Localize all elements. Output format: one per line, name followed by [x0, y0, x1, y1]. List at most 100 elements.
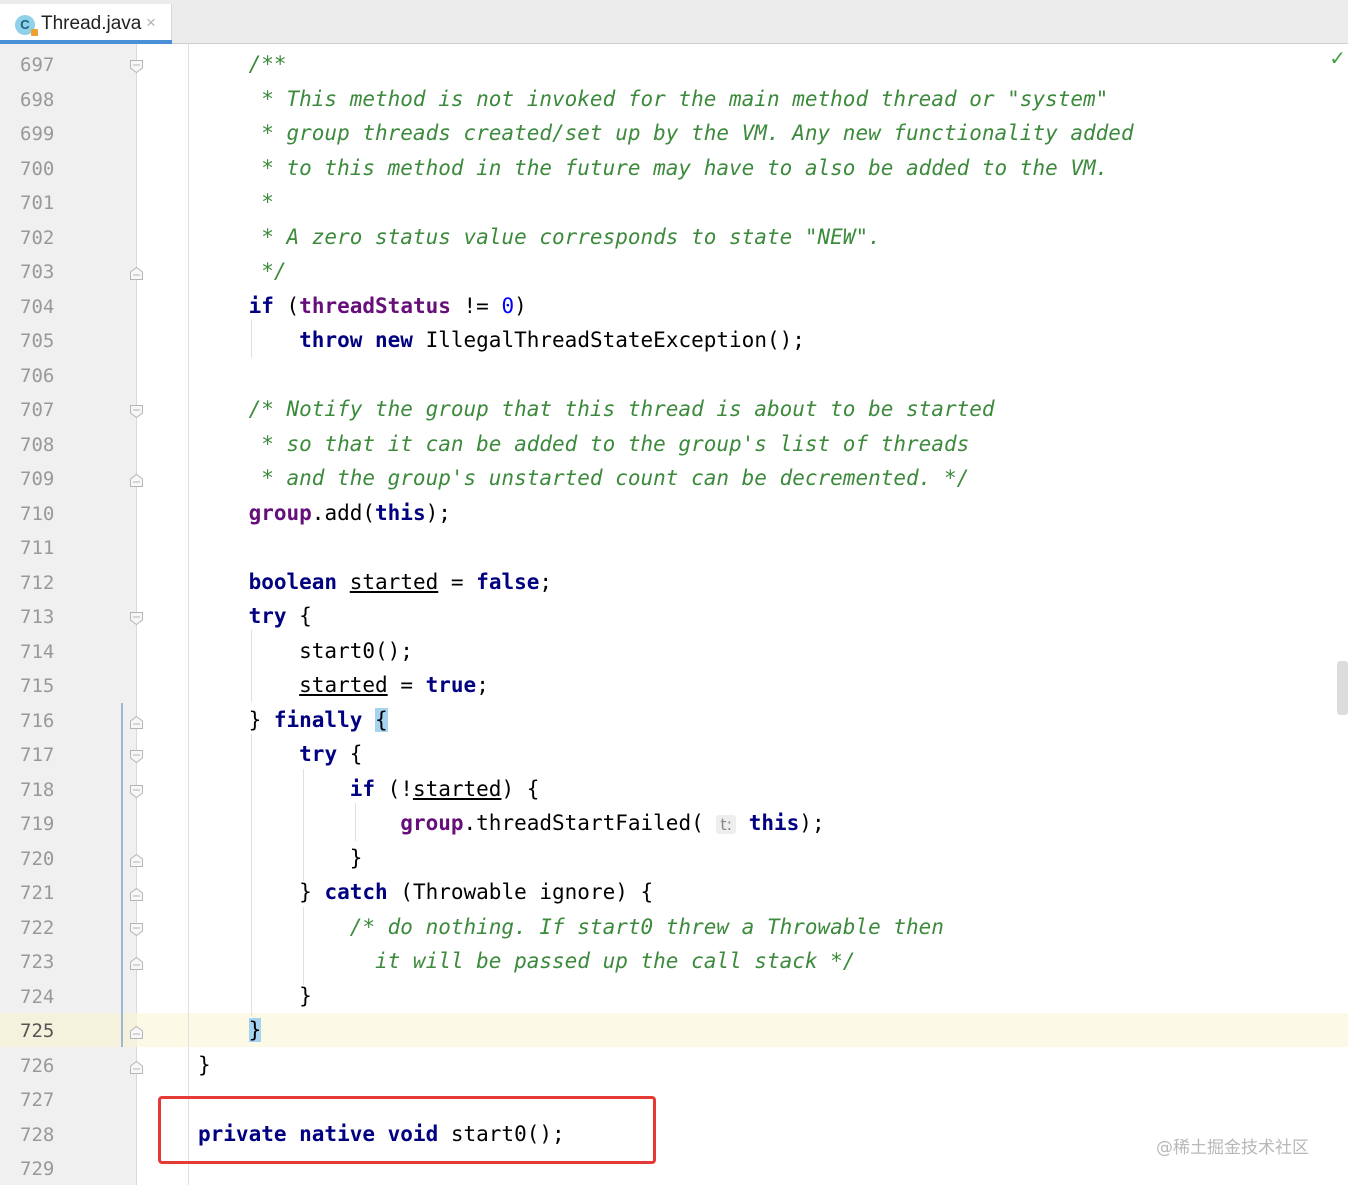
code-line[interactable]: 715 started = true; [0, 668, 1348, 703]
code-text: try { [198, 603, 312, 629]
fold-end-icon[interactable] [129, 266, 144, 281]
code-text: throw new IllegalThreadStateException(); [198, 327, 805, 353]
line-number: 705 [20, 330, 55, 352]
line-number: 725 [20, 1020, 55, 1042]
line-number: 715 [20, 675, 55, 697]
code-line[interactable]: 723 it will be passed up the call stack … [0, 944, 1348, 979]
code-line[interactable]: 726} [0, 1048, 1348, 1083]
close-icon[interactable]: × [146, 13, 156, 33]
fold-start-icon[interactable] [129, 749, 144, 764]
code-text: * and the group's unstarted count can be… [198, 465, 969, 491]
vertical-scrollbar-thumb[interactable] [1337, 661, 1348, 715]
code-token: * [198, 190, 274, 214]
code-line[interactable]: 710 group.add(this); [0, 496, 1348, 531]
code-token: } [198, 983, 312, 1008]
code-line[interactable]: 717 try { [0, 737, 1348, 772]
code-line[interactable]: 708 * so that it can be added to the gro… [0, 427, 1348, 462]
code-line[interactable]: 702 * A zero status value corresponds to… [0, 220, 1348, 255]
code-text: } [198, 983, 312, 1009]
code-line[interactable]: 698 * This method is not invoked for the… [0, 82, 1348, 117]
code-token: /* Notify the group that this thread is … [198, 397, 995, 421]
code-text: group.add(this); [198, 500, 451, 526]
code-line[interactable]: 704 if (threadStatus != 0) [0, 289, 1348, 324]
code-line[interactable]: 700 * to this method in the future may h… [0, 151, 1348, 186]
code-editor[interactable]: 697 /** 698 * This method is not invoked … [0, 44, 1348, 1185]
code-line[interactable]: 701 * [0, 185, 1348, 220]
code-line[interactable]: 697 /** [0, 47, 1348, 82]
code-token: finally [273, 707, 363, 732]
code-token: (Throwable ignore) { [387, 880, 654, 904]
line-number: 704 [20, 295, 55, 318]
code-token: != [450, 293, 502, 318]
code-token: catch [324, 880, 388, 904]
fold-start-icon[interactable] [129, 404, 144, 419]
code-text: * so that it can be added to the group's… [198, 431, 969, 457]
code-line[interactable]: 722 /* do nothing. If start0 threw a Thr… [0, 910, 1348, 945]
fold-end-icon[interactable] [129, 887, 144, 902]
code-token: * to this method in the future may have … [198, 155, 1109, 180]
code-text: try { [198, 741, 362, 767]
code-text: } finally { [198, 707, 388, 733]
code-line[interactable]: 713 try { [0, 599, 1348, 634]
code-line[interactable]: 725 } [0, 1013, 1348, 1048]
inspection-ok-icon[interactable]: ✓ [1329, 46, 1346, 70]
code-line[interactable]: 716 } finally { [0, 703, 1348, 738]
fold-end-icon[interactable] [129, 853, 144, 868]
code-line[interactable]: 712 boolean started = false; [0, 565, 1348, 600]
fold-end-icon[interactable] [129, 1025, 144, 1040]
code-token: .threadStartFailed( [463, 811, 717, 835]
code-line[interactable]: 707 /* Notify the group that this thread… [0, 392, 1348, 427]
code-line[interactable]: 705 throw new IllegalThreadStateExceptio… [0, 323, 1348, 358]
code-line[interactable]: 720 } [0, 841, 1348, 876]
tab-title: Thread.java [41, 13, 142, 34]
code-token: { [375, 707, 388, 732]
code-line[interactable]: 699 * group threads created/set up by th… [0, 116, 1348, 151]
code-line[interactable]: 711 [0, 530, 1348, 565]
code-line[interactable]: 703 */ [0, 254, 1348, 289]
line-number: 714 [20, 640, 55, 663]
fold-start-icon[interactable] [129, 611, 144, 626]
code-line[interactable]: 719 group.threadStartFailed( t: this); [0, 806, 1348, 841]
code-token: * so that it can be added to the group's… [198, 431, 970, 456]
line-number: 717 [20, 744, 55, 766]
code-text: * to this method in the future may have … [198, 155, 1108, 181]
code-token: ( [273, 293, 300, 318]
code-line[interactable]: 714 start0(); [0, 634, 1348, 669]
fold-start-icon[interactable] [129, 922, 144, 937]
code-token: started [412, 776, 502, 801]
fold-end-icon[interactable] [129, 1060, 144, 1075]
code-token: (! [375, 776, 413, 801]
code-text: */ [198, 258, 286, 284]
fold-end-icon[interactable] [129, 473, 144, 488]
tab-thread-java[interactable]: C Thread.java × [0, 4, 172, 44]
code-line[interactable]: 718 if (!started) { [0, 772, 1348, 807]
line-number: 700 [20, 157, 55, 180]
code-token: /** [198, 52, 287, 76]
code-text: start0(); [198, 638, 413, 664]
line-number: 706 [20, 364, 55, 387]
fold-end-icon[interactable] [129, 715, 144, 730]
fold-start-icon[interactable] [129, 784, 144, 799]
code-text: * [198, 189, 274, 215]
code-token: } [198, 1052, 211, 1077]
code-token: = [387, 673, 426, 697]
code-token: } [198, 880, 325, 904]
code-token: 0 [501, 293, 515, 318]
line-number: 713 [20, 606, 55, 628]
code-lines: 697 /** 698 * This method is not invoked … [0, 47, 1348, 1185]
line-number: 703 [20, 261, 55, 283]
fold-end-icon[interactable] [129, 956, 144, 971]
code-line[interactable]: 721 } catch (Throwable ignore) { [0, 875, 1348, 910]
line-number: 707 [20, 399, 55, 421]
code-line[interactable]: 709 * and the group's unstarted count ca… [0, 461, 1348, 496]
code-token: throw new [299, 328, 413, 352]
code-line[interactable]: 724 } [0, 979, 1348, 1014]
fold-start-icon[interactable] [129, 59, 144, 74]
code-line[interactable]: 706 [0, 358, 1348, 393]
